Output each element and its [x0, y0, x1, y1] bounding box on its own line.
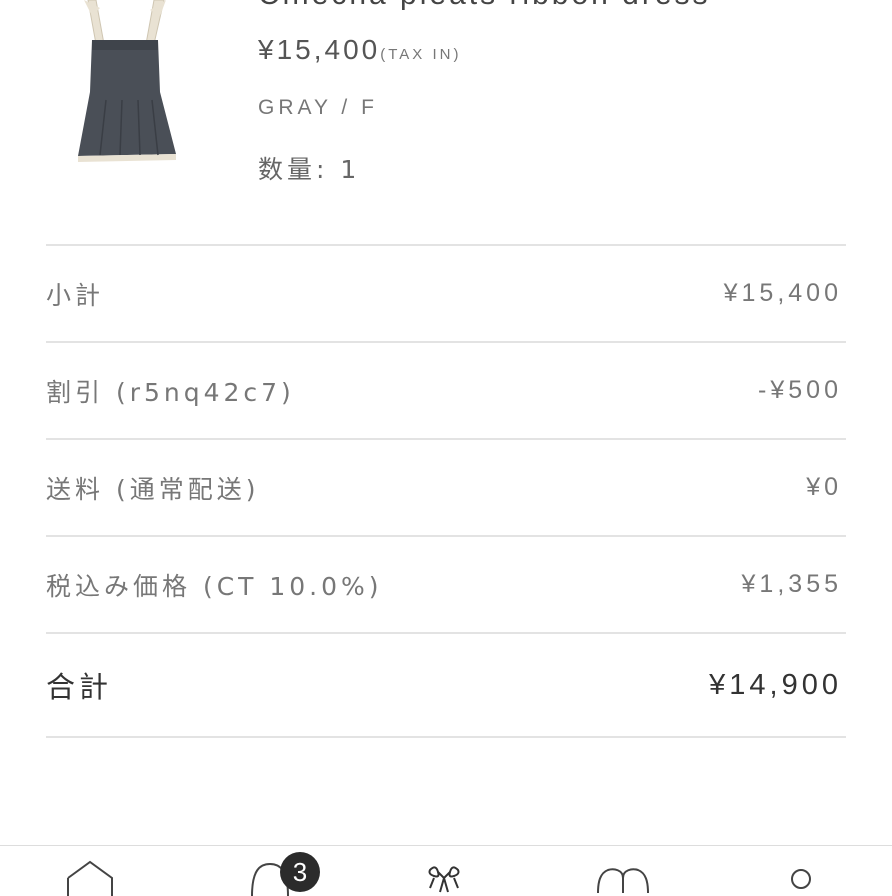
brand-logo-icon[interactable]: [424, 866, 464, 893]
home-icon[interactable]: [66, 860, 114, 896]
summary-row-tax: 税込み価格 (CT 10.0%) ¥1,355: [46, 535, 846, 632]
discount-label: 割引 (r5nq42c7): [46, 377, 295, 407]
subtotal-label: 小計: [46, 280, 105, 310]
subtotal-value: ¥15,400: [723, 279, 842, 307]
product-quantity: 数量: 1: [258, 155, 361, 184]
order-summary: 小計 ¥15,400 割引 (r5nq42c7) -¥500 送料 (通常配送)…: [46, 244, 846, 738]
cart-badge: 3: [280, 852, 320, 892]
heart-icon[interactable]: [596, 868, 650, 893]
summary-row-discount: 割引 (r5nq42c7) -¥500: [46, 341, 846, 438]
shipping-label: 送料 (通常配送): [46, 474, 260, 504]
summary-row-shipping: 送料 (通常配送) ¥0: [46, 438, 846, 535]
product-name[interactable]: Ciliecna pleats ribbon dress: [258, 0, 711, 12]
shipping-value: ¥0: [806, 473, 842, 501]
tax-note: (TAX IN): [380, 46, 462, 63]
product-price-line: ¥15,400(TAX IN): [258, 34, 461, 66]
tax-value: ¥1,355: [741, 570, 842, 598]
summary-row-total: 合計 ¥14,900: [46, 632, 846, 738]
total-value: ¥14,900: [709, 668, 842, 701]
summary-row-subtotal: 小計 ¥15,400: [46, 244, 846, 341]
user-icon[interactable]: [786, 868, 816, 893]
bottom-tab-bar: 3: [0, 845, 892, 896]
product-variant: GRAY / F: [258, 96, 378, 119]
total-label: 合計: [46, 670, 113, 704]
product-price: ¥15,400: [258, 34, 381, 65]
discount-value: -¥500: [758, 376, 842, 404]
product-thumbnail[interactable]: [66, 0, 186, 170]
tax-label: 税込み価格 (CT 10.0%): [46, 571, 383, 601]
cart-item: Ciliecna pleats ribbon dress ¥15,400(TAX…: [0, 0, 892, 215]
